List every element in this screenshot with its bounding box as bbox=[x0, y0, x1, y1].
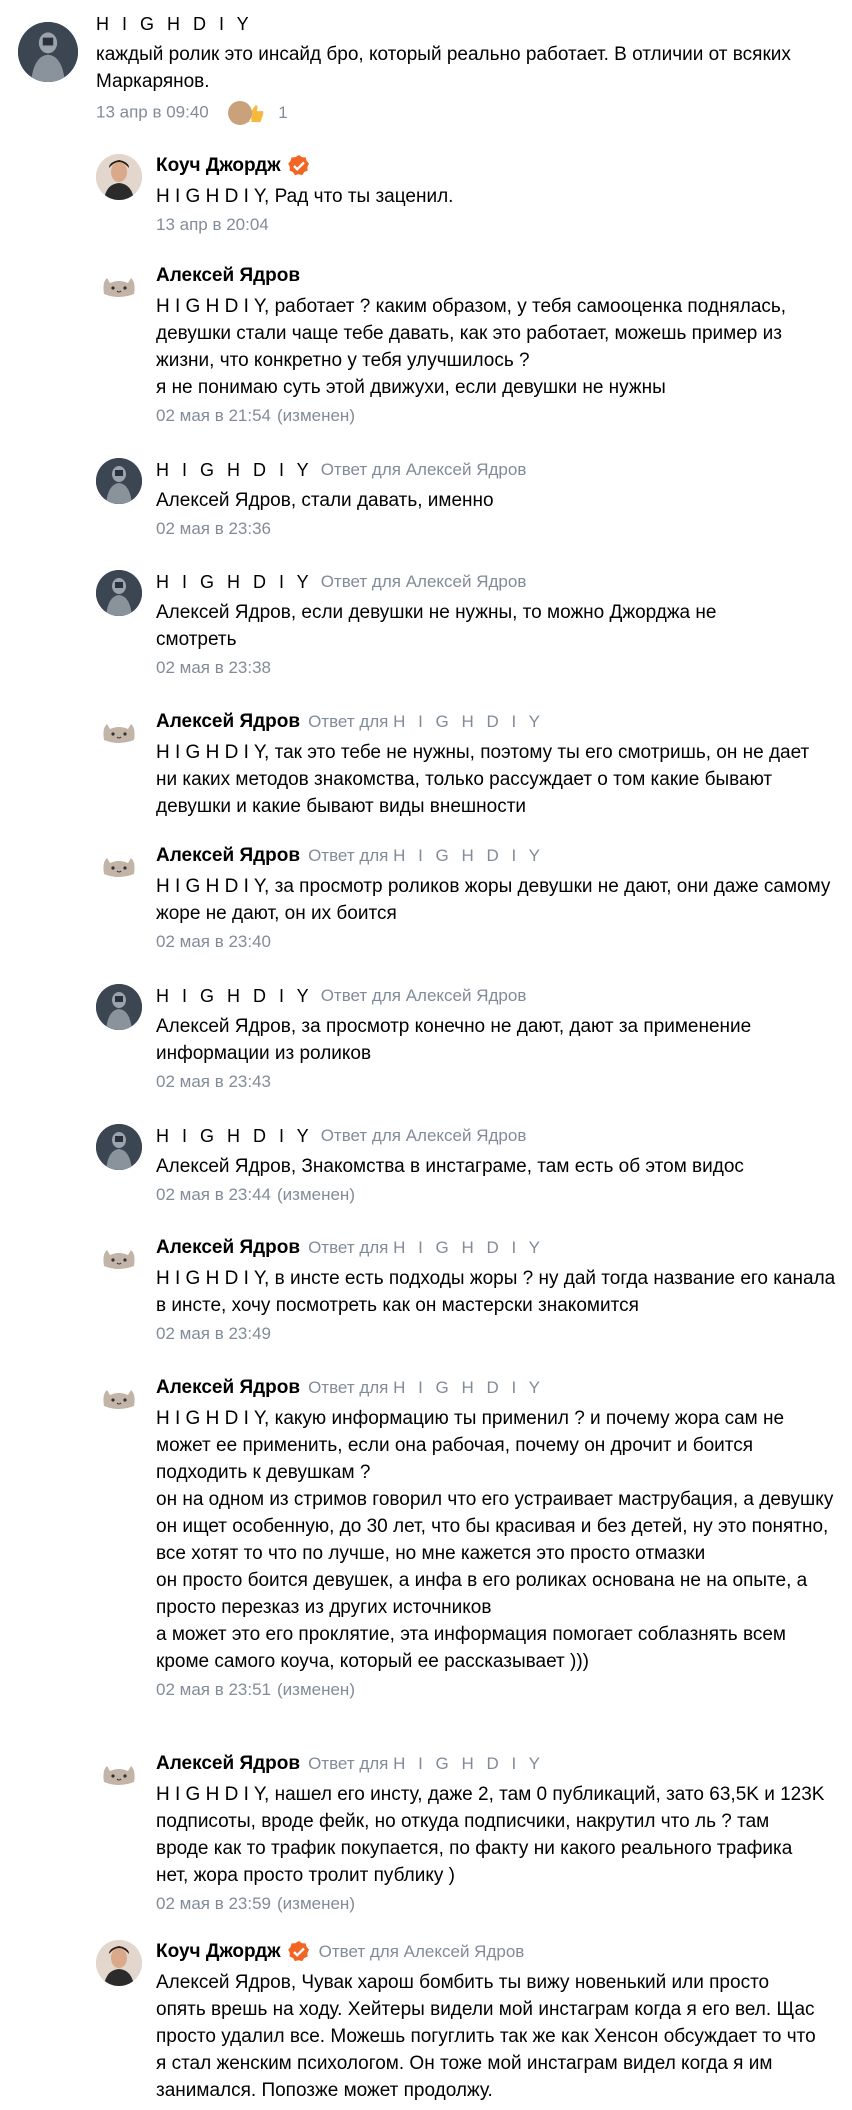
avatar[interactable] bbox=[96, 458, 142, 504]
comment-author[interactable]: Алексей Ядров bbox=[156, 1237, 300, 1258]
comment-text: Алексей Ядров, за просмотр конечно не да… bbox=[156, 1016, 757, 1064]
avatar[interactable] bbox=[96, 1376, 142, 1422]
avatar[interactable] bbox=[96, 570, 142, 616]
reactions-count: 1 bbox=[278, 103, 288, 122]
comment-author[interactable]: Алексей Ядров bbox=[156, 711, 300, 732]
comment-time[interactable]: 02 мая в 23:43 bbox=[156, 1072, 271, 1091]
avatar[interactable] bbox=[96, 1124, 142, 1170]
avatar[interactable] bbox=[96, 710, 142, 756]
reply-to-label[interactable]: Ответ для Алексей Ядров bbox=[321, 572, 527, 591]
avatar[interactable] bbox=[96, 1236, 142, 1282]
comment-text: Алексей Ядров, если девушки не нужны, то… bbox=[156, 602, 722, 650]
edited-label: (изменен) bbox=[277, 1894, 355, 1913]
avatar[interactable] bbox=[18, 22, 78, 82]
comment-time[interactable]: 02 мая в 23:40 bbox=[156, 932, 271, 951]
comment-author[interactable]: H I G H D I Y bbox=[156, 986, 313, 1006]
comment-time[interactable]: 02 мая в 23:38 bbox=[156, 658, 271, 677]
comment-text: Алексей Ядров, Знакомства в инстаграме, … bbox=[156, 1156, 744, 1177]
reply-to-label[interactable]: Ответ для H I G H D I Y bbox=[308, 1754, 544, 1773]
comment-time[interactable]: 02 мая в 23:59 bbox=[156, 1894, 271, 1913]
reply-to-label[interactable]: Ответ для Алексей Ядров bbox=[321, 986, 527, 1005]
comment-text: каждый ролик это инсайд бро, который реа… bbox=[96, 44, 797, 92]
edited-label: (изменен) bbox=[277, 1185, 355, 1204]
comment-time[interactable]: 02 мая в 23:51 bbox=[156, 1680, 271, 1699]
comment-time[interactable]: 02 мая в 21:54 bbox=[156, 406, 271, 425]
comment-author[interactable]: Коуч Джордж bbox=[156, 155, 281, 176]
comment-time[interactable]: 13 апр в 09:40 bbox=[96, 102, 209, 121]
comment-text: Алексей Ядров, стали давать, именно bbox=[156, 490, 494, 511]
comment-author[interactable]: Алексей Ядров bbox=[156, 845, 300, 866]
comment-text: H I G H D I Y, нашел его инсту, даже 2, … bbox=[156, 1784, 830, 1886]
reply-to-label[interactable]: Ответ для Алексей Ядров bbox=[321, 1126, 527, 1145]
avatar[interactable] bbox=[96, 264, 142, 310]
comment-time[interactable]: 02 мая в 23:49 bbox=[156, 1324, 271, 1343]
comment-text: H I G H D I Y, Рад что ты заценил. bbox=[156, 186, 454, 207]
avatar[interactable] bbox=[96, 844, 142, 890]
comment-text: H I G H D I Y, какую информацию ты приме… bbox=[156, 1408, 834, 1672]
comment-author[interactable]: H I G H D I Y bbox=[96, 14, 253, 34]
comment-thread: H I G H D I Y каждый ролик это инсайд бр… bbox=[0, 0, 852, 2110]
reactor-avatar-icon bbox=[227, 101, 252, 125]
comment-author[interactable]: H I G H D I Y bbox=[156, 460, 313, 480]
reply-to-label[interactable]: Ответ для Алексей Ядров bbox=[321, 460, 527, 479]
comment-author[interactable]: H I G H D I Y bbox=[156, 1126, 313, 1146]
comment-author[interactable]: H I G H D I Y bbox=[156, 572, 313, 592]
avatar[interactable] bbox=[96, 1752, 142, 1798]
avatar[interactable] bbox=[96, 1940, 142, 1986]
avatar[interactable] bbox=[96, 984, 142, 1030]
comment-author[interactable]: Алексей Ядров bbox=[156, 265, 300, 286]
comment-author[interactable]: Алексей Ядров bbox=[156, 1753, 300, 1774]
reply-to-label[interactable]: Ответ для H I G H D I Y bbox=[308, 1238, 544, 1257]
comment-text: Алексей Ядров, Чувак харош бомбить ты ви… bbox=[156, 1972, 821, 2101]
comment-author[interactable]: Алексей Ядров bbox=[156, 1377, 300, 1398]
comment-time[interactable]: 02 мая в 23:36 bbox=[156, 519, 271, 538]
edited-label: (изменен) bbox=[277, 1680, 355, 1699]
comment-author[interactable]: Коуч Джордж bbox=[156, 1941, 281, 1962]
comment-text: H I G H D I Y, работает ? каким образом,… bbox=[156, 296, 787, 398]
comment-text: H I G H D I Y, за просмотр роликов жоры … bbox=[156, 876, 836, 924]
reply-to-label[interactable]: Ответ для H I G H D I Y bbox=[308, 712, 544, 731]
reply-to-label[interactable]: Ответ для H I G H D I Y bbox=[308, 846, 544, 865]
reply-to-label[interactable]: Ответ для Алексей Ядров bbox=[319, 1942, 525, 1961]
reactions[interactable]: 1 bbox=[227, 101, 288, 125]
comment-text: H I G H D I Y, так это тебе не нужны, по… bbox=[156, 742, 815, 817]
verified-icon bbox=[287, 1941, 309, 1962]
comment-time[interactable]: 13 апр в 20:04 bbox=[156, 215, 269, 234]
verified-icon bbox=[287, 155, 309, 176]
edited-label: (изменен) bbox=[277, 406, 355, 425]
comment-time[interactable]: 02 мая в 23:44 bbox=[156, 1185, 271, 1204]
reply-to-label[interactable]: Ответ для H I G H D I Y bbox=[308, 1378, 544, 1397]
comment-text: H I G H D I Y, в инсте есть подходы жоры… bbox=[156, 1268, 841, 1316]
avatar[interactable] bbox=[96, 154, 142, 200]
